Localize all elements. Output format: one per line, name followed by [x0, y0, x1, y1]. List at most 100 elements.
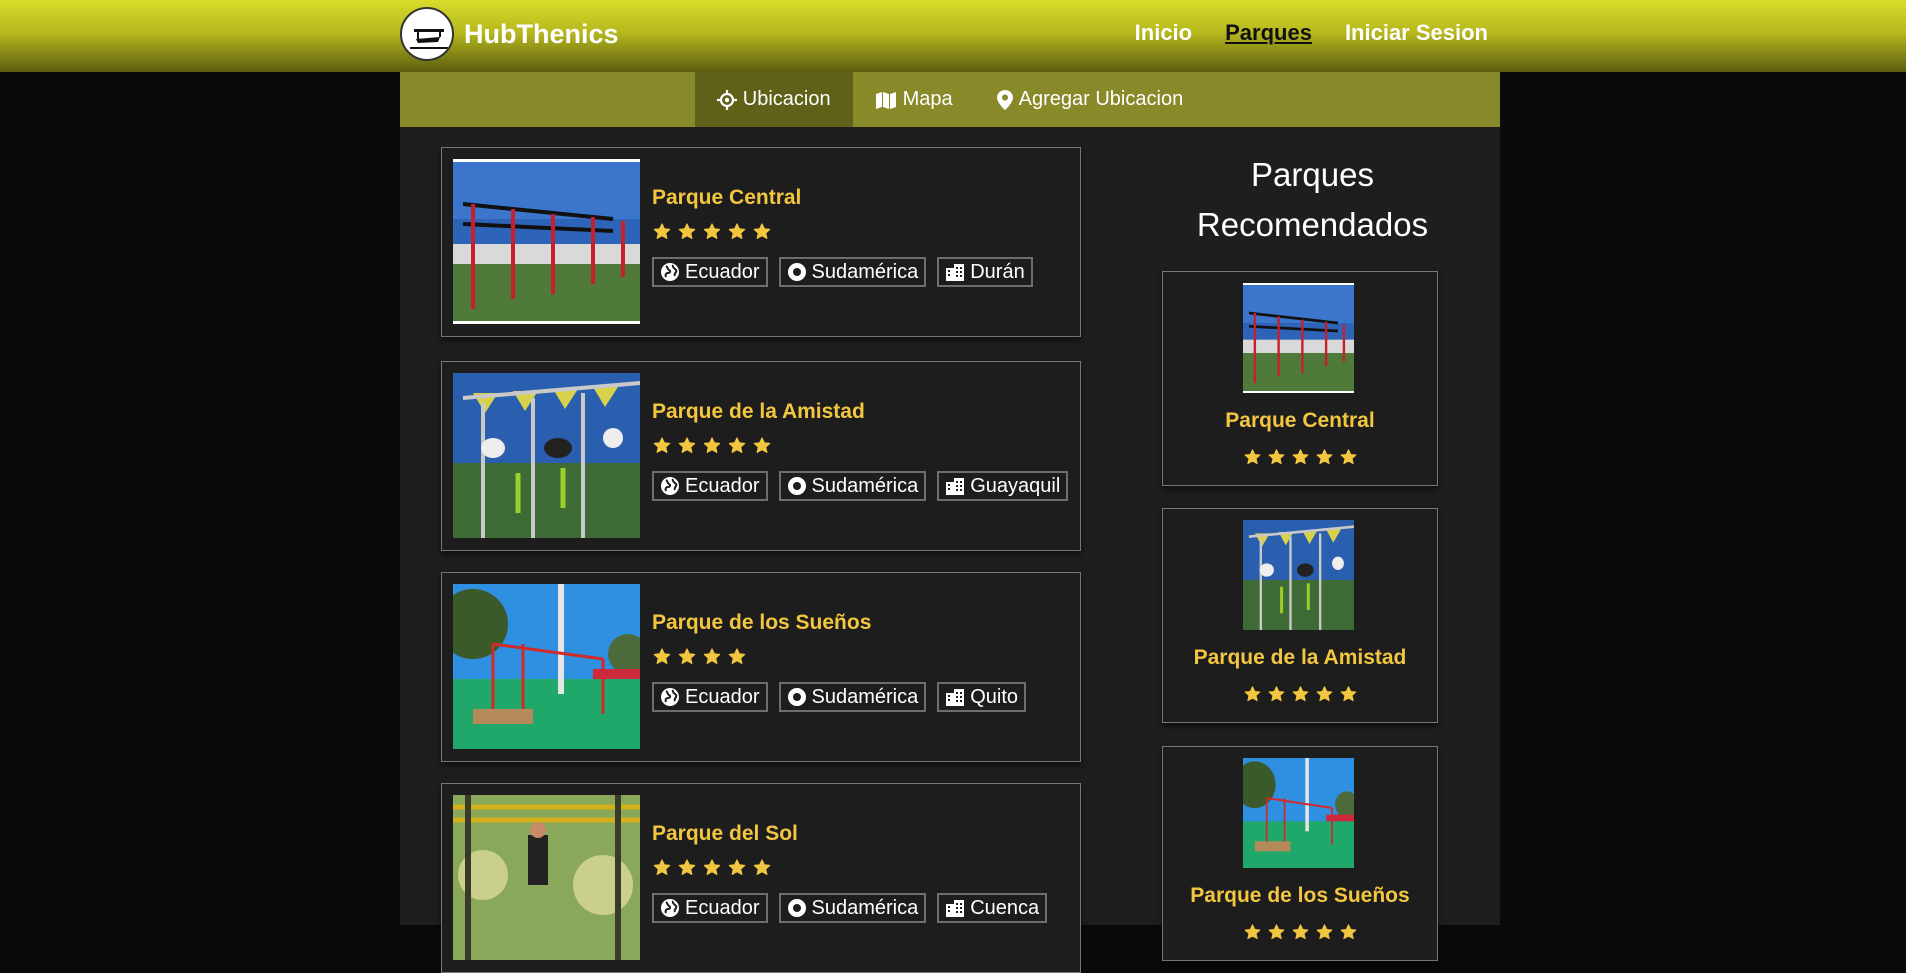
region-badge: Sudamérica — [778, 471, 927, 501]
crosshair-icon — [716, 89, 737, 110]
park-photo[interactable] — [453, 373, 640, 538]
recommended-photo[interactable] — [1243, 758, 1354, 868]
recommended-photo[interactable] — [1243, 520, 1354, 630]
star-icon — [652, 436, 672, 455]
star-icon — [1267, 923, 1286, 941]
country-label: Ecuador — [685, 685, 760, 708]
city-badge: Guayaquil — [937, 471, 1069, 501]
star-icon — [702, 222, 722, 241]
country-label: Ecuador — [685, 260, 760, 283]
star-icon — [727, 647, 747, 666]
park-photo[interactable] — [453, 795, 640, 960]
star-icon — [1315, 685, 1334, 703]
park-card[interactable]: Parque de la Amistad Ecuador Sudamérica … — [441, 361, 1081, 551]
star-icon — [727, 436, 747, 455]
city-badge: Durán — [937, 257, 1033, 287]
city-icon — [945, 262, 965, 282]
recommended-card[interactable]: Parque de la Amistad — [1162, 508, 1438, 723]
tab-agregar-ubicacion[interactable]: Agregar Ubicacion — [975, 72, 1206, 127]
park-name[interactable]: Parque del Sol — [652, 822, 1047, 846]
region-label: Sudamérica — [811, 896, 919, 919]
rating-stars — [652, 647, 1026, 666]
star-icon — [1243, 448, 1262, 466]
tab-agregar-ubicacion-label: Agregar Ubicacion — [1018, 88, 1184, 110]
country-label: Ecuador — [685, 474, 760, 497]
star-icon — [752, 222, 772, 241]
park-card[interactable]: Parque del Sol Ecuador Sudamérica Cuenca — [441, 783, 1081, 973]
region-label: Sudamérica — [811, 260, 919, 283]
star-icon — [1339, 448, 1358, 466]
target-icon — [787, 476, 807, 496]
city-label: Cuenca — [970, 896, 1040, 919]
star-icon — [752, 858, 772, 877]
star-icon — [677, 858, 697, 877]
region-badge: Sudamérica — [778, 257, 927, 287]
brand-name: HubThenics — [464, 18, 619, 49]
park-name[interactable]: Parque de la Amistad — [652, 400, 1068, 424]
recommended-name[interactable]: Parque de la Amistad — [1163, 646, 1437, 670]
globe-icon — [660, 262, 680, 282]
star-icon — [677, 647, 697, 666]
park-card[interactable]: Parque Central Ecuador Sudamérica Durán — [441, 147, 1081, 337]
park-photo[interactable] — [453, 159, 640, 324]
region-label: Sudamérica — [811, 474, 919, 497]
nav-iniciar-sesion[interactable]: Iniciar Sesion — [1345, 20, 1488, 46]
star-icon — [652, 858, 672, 877]
rating-stars — [1163, 448, 1437, 466]
star-icon — [677, 436, 697, 455]
park-name[interactable]: Parque Central — [652, 186, 1033, 210]
country-label: Ecuador — [685, 896, 760, 919]
main-nav: Inicio Parques Iniciar Sesion — [1135, 20, 1488, 46]
rating-stars — [652, 222, 1033, 241]
nav-parques[interactable]: Parques — [1225, 20, 1312, 46]
region-label: Sudamérica — [811, 685, 919, 708]
star-icon — [1267, 448, 1286, 466]
city-label: Durán — [970, 260, 1025, 283]
brand[interactable]: HubThenics — [400, 7, 619, 61]
star-icon — [702, 647, 722, 666]
recommended-photo[interactable] — [1243, 283, 1354, 393]
park-name[interactable]: Parque de los Sueños — [652, 611, 1026, 635]
top-header: HubThenics Inicio Parques Iniciar Sesion — [0, 0, 1906, 72]
star-icon — [1243, 923, 1262, 941]
tab-ubicacion-label: Ubicacion — [742, 88, 831, 110]
country-badge: Ecuador — [652, 682, 768, 712]
star-icon — [1339, 923, 1358, 941]
sub-nav: Ubicacion Mapa Agregar Ubicacion — [400, 72, 1500, 127]
star-icon — [702, 858, 722, 877]
star-icon — [752, 436, 772, 455]
star-icon — [1243, 685, 1262, 703]
city-icon — [945, 898, 965, 918]
star-icon — [1339, 685, 1358, 703]
tab-mapa[interactable]: Mapa — [853, 72, 975, 127]
rating-stars — [652, 858, 1047, 877]
recommended-name[interactable]: Parque de los Sueños — [1163, 884, 1437, 908]
park-photo[interactable] — [453, 584, 640, 749]
star-icon — [652, 222, 672, 241]
map-icon — [875, 91, 896, 109]
rating-stars — [1163, 923, 1437, 941]
recommended-card[interactable]: Parque de los Sueños — [1162, 746, 1438, 961]
tab-ubicacion[interactable]: Ubicacion — [694, 72, 853, 127]
park-card[interactable]: Parque de los Sueños Ecuador Sudamérica … — [441, 572, 1081, 762]
nav-inicio[interactable]: Inicio — [1135, 20, 1192, 46]
main-container: Ubicacion Mapa Agregar Ubicacion Parque … — [400, 72, 1500, 973]
target-icon — [787, 898, 807, 918]
recommended-name[interactable]: Parque Central — [1163, 409, 1437, 433]
region-badge: Sudamérica — [778, 682, 927, 712]
city-icon — [945, 687, 965, 707]
star-icon — [727, 222, 747, 241]
rating-stars — [1163, 685, 1437, 703]
country-badge: Ecuador — [652, 893, 768, 923]
target-icon — [787, 687, 807, 707]
star-icon — [702, 436, 722, 455]
recommended-card[interactable]: Parque Central — [1162, 271, 1438, 486]
map-pin-icon — [996, 89, 1013, 110]
city-label: Quito — [970, 685, 1019, 708]
star-icon — [1291, 448, 1310, 466]
rating-stars — [652, 436, 1068, 455]
star-icon — [677, 222, 697, 241]
city-badge: Cuenca — [937, 893, 1048, 923]
star-icon — [1291, 923, 1310, 941]
country-badge: Ecuador — [652, 257, 768, 287]
